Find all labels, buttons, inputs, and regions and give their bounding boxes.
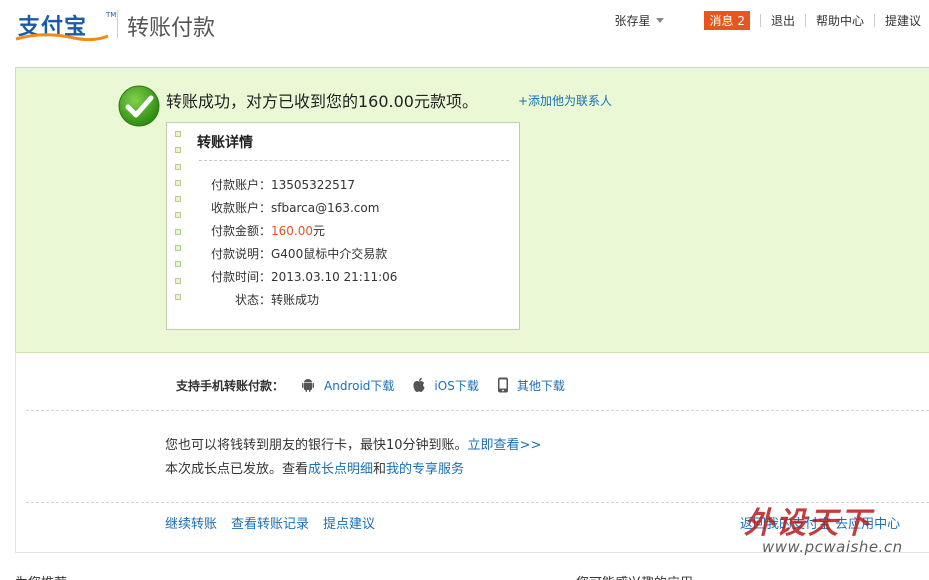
section-divider — [26, 410, 929, 411]
suggest-link[interactable]: 提建议 — [885, 12, 921, 29]
exclusive-service-link[interactable]: 我的专享服务 — [386, 462, 464, 477]
success-message: 转账成功，对方已收到您的160.00元款项。 — [166, 92, 478, 111]
logo-trademark: TM — [106, 11, 117, 19]
messages-count: 2 — [737, 13, 745, 28]
continue-transfer-link[interactable]: 继续转账 — [165, 513, 217, 532]
payment-time: 2013.03.10 21:11:06 — [271, 269, 398, 284]
transfer-records-link[interactable]: 查看转账记录 — [231, 513, 309, 532]
payer-account: 13505322517 — [271, 177, 355, 192]
row-label: 付款账户： — [210, 178, 271, 192]
bank-card-text: 您也可以将钱转到朋友的银行卡，最快10分钟到账。 — [165, 438, 468, 453]
help-center-link[interactable]: 帮助中心 — [816, 12, 864, 29]
content-border-left — [15, 352, 16, 552]
detail-title: 转账详情 — [197, 135, 253, 151]
action-links: 继续转账 查看转账记录 提点建议 — [165, 513, 375, 532]
row-label: 收款账户： — [210, 201, 271, 215]
check-circle-icon — [118, 85, 160, 127]
mobile-download-row: 支持手机转账付款： Android下载 iOS下载 其他下载 — [176, 376, 583, 394]
messages-label: 消息 — [709, 13, 734, 28]
user-name: 张存星 — [614, 13, 651, 28]
growth-text: 本次成长点已发放。查看 — [165, 462, 309, 477]
apple-icon — [413, 377, 426, 392]
alipay-logo[interactable]: 支付宝 TM — [14, 7, 116, 43]
payment-status: 转账成功 — [271, 293, 320, 307]
success-panel: 转账成功，对方已收到您的160.00元款项。 +添加他为联系人 转账详情 付款账… — [15, 67, 929, 353]
payment-note: G400鼠标中介交易款 — [271, 247, 388, 261]
recommend-heading: 为您推荐 — [15, 572, 67, 580]
android-download-link[interactable]: Android下载 — [300, 377, 394, 394]
detail-row: 状态： 转账成功 — [167, 288, 521, 311]
view-now-link[interactable]: 立即查看>> — [468, 438, 542, 453]
user-menu[interactable]: 张存星 — [614, 12, 665, 29]
add-contact-link[interactable]: +添加他为联系人 — [518, 92, 612, 109]
growth-detail-link[interactable]: 成长点明细 — [308, 462, 373, 477]
amount-unit: 元 — [313, 224, 326, 238]
site-watermark: 外设天下 www.pcwaishe.cn — [744, 498, 924, 558]
detail-row: 付款账户： 13505322517 — [167, 173, 521, 196]
logo-swoosh-icon — [15, 33, 109, 42]
payment-amount: 160.00 — [271, 223, 313, 238]
other-label: 其他下载 — [516, 378, 565, 393]
detail-row: 付款金额： 160.00 元 — [167, 219, 521, 242]
mobile-label: 支持手机转账付款： — [176, 378, 285, 393]
detail-row: 收款账户： sfbarca@163.com — [167, 196, 521, 219]
detail-row: 付款时间： 2013.03.10 21:11:06 — [167, 265, 521, 288]
phone-icon — [497, 377, 508, 393]
feedback-link[interactable]: 提点建议 — [323, 513, 375, 532]
android-icon — [302, 379, 315, 392]
transfer-detail-card: 转账详情 付款账户： 13505322517 收款账户： sfbarca@163… — [166, 122, 520, 330]
info-section: 您也可以将钱转到朋友的银行卡，最快10分钟到账。立即查看>> 本次成长点已发放。… — [165, 434, 541, 482]
apps-heading: 您可能感兴趣的应用 — [576, 572, 693, 580]
info-line-2: 本次成长点已发放。查看成长点明细和我的专享服务 — [165, 458, 541, 482]
ios-download-link[interactable]: iOS下载 — [412, 377, 479, 394]
header-divider — [117, 10, 118, 38]
row-label: 付款金额： — [210, 224, 271, 238]
top-nav: 张存星 消息 2 退出 帮助中心 提建议 — [614, 10, 921, 30]
row-label: 状态： — [234, 293, 271, 307]
payee-account: sfbarca@163.com — [271, 200, 380, 215]
row-label: 付款时间： — [210, 270, 271, 284]
page-title: 转账付款 — [127, 16, 216, 41]
header: 支付宝 TM 转账付款 张存星 消息 2 退出 帮助中心 提建议 — [0, 0, 929, 50]
detail-row: 付款说明： G400鼠标中介交易款 — [167, 242, 521, 265]
info-line-1: 您也可以将钱转到朋友的银行卡，最快10分钟到账。立即查看>> — [165, 434, 541, 458]
nav-separator — [759, 13, 761, 27]
watermark-url: www.pcwaishe.cn — [762, 538, 903, 556]
watermark-title: 外设天下 — [744, 506, 872, 541]
and-text: 和 — [373, 462, 387, 477]
chevron-down-icon — [656, 17, 665, 23]
messages-badge[interactable]: 消息 2 — [704, 10, 750, 30]
other-download-link[interactable]: 其他下载 — [497, 377, 565, 394]
detail-rows: 付款账户： 13505322517 收款账户： sfbarca@163.com … — [167, 173, 521, 311]
nav-separator — [873, 13, 875, 27]
nav-separator — [804, 13, 806, 27]
ios-label: iOS下载 — [434, 378, 479, 393]
android-label: Android下载 — [324, 378, 395, 393]
logout-link[interactable]: 退出 — [771, 12, 795, 29]
detail-divider — [199, 160, 509, 161]
row-label: 付款说明： — [210, 247, 271, 261]
